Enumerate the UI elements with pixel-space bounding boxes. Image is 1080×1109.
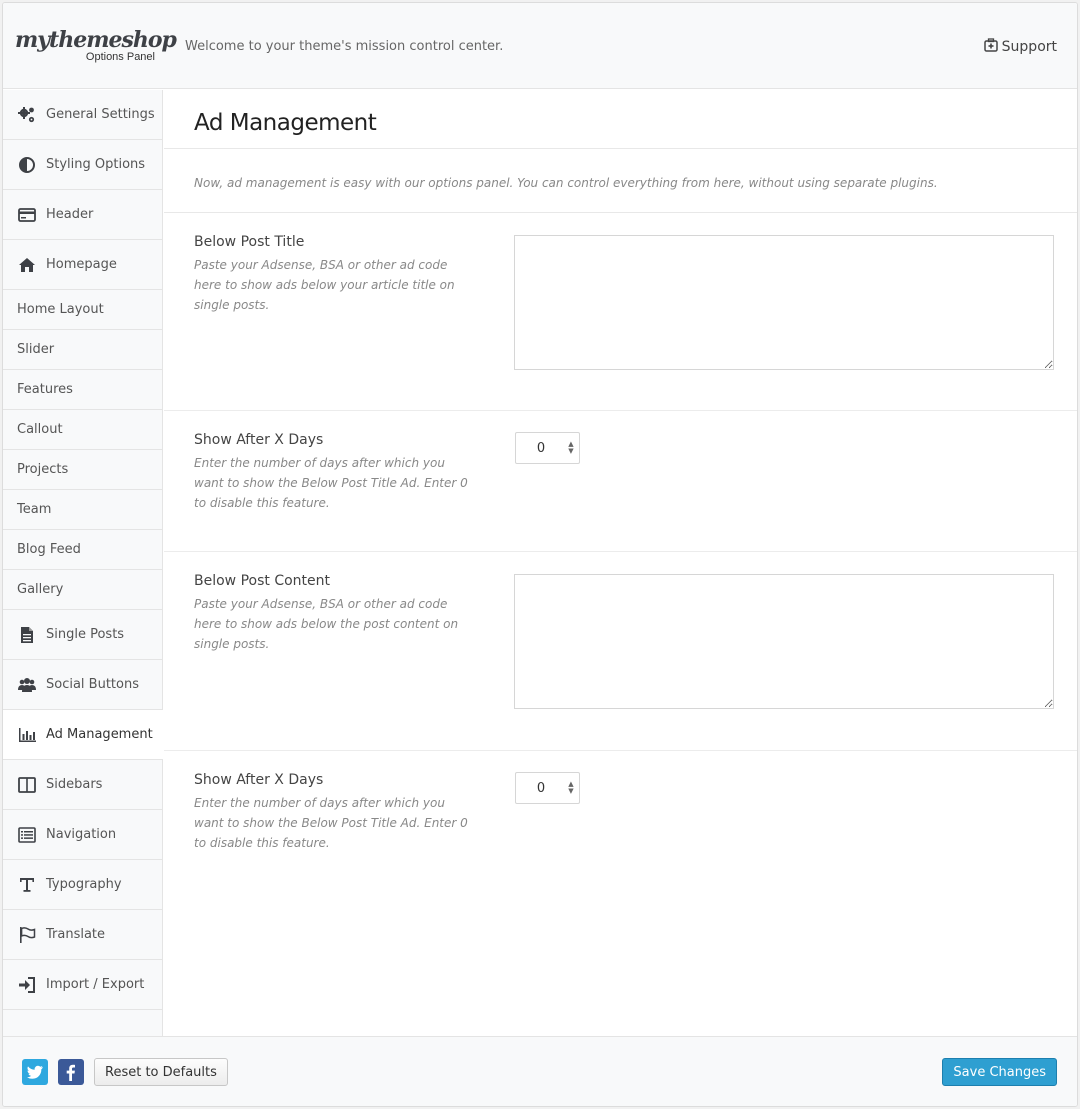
sidebar-item-label: Navigation <box>46 827 117 842</box>
sidebar-item-label: Team <box>17 502 52 517</box>
option-show-after-days-1: Show After X Days Enter the number of da… <box>164 411 1077 552</box>
sidebar-item-navigation[interactable]: Navigation <box>3 810 162 860</box>
sidebar-item-styling-options[interactable]: Styling Options <box>3 140 162 190</box>
option-description: Paste your Adsense, BSA or other ad code… <box>194 597 459 651</box>
spinner-arrows-icon[interactable]: ▲ ▼ <box>566 781 576 795</box>
sidebar-item-header[interactable]: Header <box>3 190 162 240</box>
sidebar-item-team[interactable]: Team <box>3 490 162 530</box>
option-show-after-days-2: Show After X Days Enter the number of da… <box>164 751 1077 892</box>
sidebar-item-social-buttons[interactable]: Social Buttons <box>3 660 162 710</box>
facebook-icon[interactable] <box>58 1059 84 1085</box>
sidebar-item-label: Sidebars <box>46 777 103 792</box>
columns-icon <box>17 776 37 794</box>
sidebar-item-import-export[interactable]: Import / Export <box>3 960 162 1010</box>
sidebar-item-features[interactable]: Features <box>3 370 162 410</box>
home-icon <box>17 256 37 274</box>
logo: mythemeshop Options Panel <box>15 27 177 63</box>
sidebar-item-label: Social Buttons <box>46 677 139 692</box>
sidebar-item-sidebars[interactable]: Sidebars <box>3 760 162 810</box>
sidebar-item-label: Blog Feed <box>17 542 81 557</box>
gears-icon <box>17 106 37 124</box>
sidebar: General Settings Styling Options Header … <box>3 90 163 1036</box>
support-label: Support <box>1001 39 1057 55</box>
options-panel: mythemeshop Options Panel Welcome to you… <box>2 2 1078 1107</box>
sidebar-item-label: Styling Options <box>46 157 146 172</box>
below-post-title-textarea[interactable] <box>514 235 1054 370</box>
sidebar-item-label: Homepage <box>46 257 117 272</box>
spinner-arrows-icon[interactable]: ▲ ▼ <box>566 441 576 455</box>
days-stepper-1[interactable]: 0 ▲ ▼ <box>515 432 580 464</box>
sidebar-item-single-posts[interactable]: Single Posts <box>3 610 162 660</box>
top-bar: mythemeshop Options Panel Welcome to you… <box>3 3 1077 89</box>
logo-text: mythemeshop <box>15 27 177 53</box>
sidebar-item-general-settings[interactable]: General Settings <box>3 90 162 140</box>
sidebar-item-homepage[interactable]: Homepage <box>3 240 162 290</box>
sidebar-item-label: Single Posts <box>46 627 125 642</box>
sidebar-item-label: General Settings <box>46 107 155 122</box>
days-value: 0 <box>536 440 546 456</box>
sidebar-item-slider[interactable]: Slider <box>3 330 162 370</box>
document-icon <box>17 626 37 644</box>
sidebar-item-translate[interactable]: Translate <box>3 910 162 960</box>
sidebar-item-label: Gallery <box>17 582 64 597</box>
sidebar-item-label: Slider <box>17 342 55 357</box>
sidebar-item-ad-management[interactable]: Ad Management <box>3 710 163 760</box>
option-description: Paste your Adsense, BSA or other ad code… <box>194 258 455 312</box>
sign-in-icon <box>17 976 37 994</box>
option-label: Below Post Title <box>194 234 305 250</box>
medkit-icon <box>983 38 998 56</box>
sidebar-item-label: Import / Export <box>46 977 145 992</box>
days-value: 0 <box>536 780 546 796</box>
sidebar-item-label: Header <box>46 207 94 222</box>
sidebar-item-blog-feed[interactable]: Blog Feed <box>3 530 162 570</box>
sidebar-item-label: Callout <box>17 422 63 437</box>
sidebar-item-gallery[interactable]: Gallery <box>3 570 162 610</box>
twitter-icon[interactable] <box>22 1059 48 1085</box>
page-title: Ad Management <box>194 110 377 136</box>
save-changes-button[interactable]: Save Changes <box>942 1058 1057 1086</box>
below-post-content-textarea[interactable] <box>514 574 1054 709</box>
sidebar-item-typography[interactable]: Typography <box>3 860 162 910</box>
days-stepper-2[interactable]: 0 ▲ ▼ <box>515 772 580 804</box>
option-label: Show After X Days <box>194 432 324 448</box>
option-below-post-content: Below Post Content Paste your Adsense, B… <box>164 552 1077 751</box>
list-icon <box>17 826 37 844</box>
page-intro: Now, ad management is easy with our opti… <box>194 176 938 190</box>
option-below-post-title: Below Post Title Paste your Adsense, BSA… <box>164 213 1077 411</box>
option-label: Show After X Days <box>194 772 324 788</box>
sidebar-item-label: Home Layout <box>17 302 104 317</box>
sidebar-item-projects[interactable]: Projects <box>3 450 162 490</box>
header-card-icon <box>17 206 37 224</box>
sidebar-item-label: Projects <box>17 462 69 477</box>
divider <box>164 148 1077 149</box>
reset-to-defaults-button[interactable]: Reset to Defaults <box>94 1058 228 1086</box>
sidebar-item-label: Typography <box>46 877 122 892</box>
sidebar-item-label: Translate <box>46 927 106 942</box>
option-description: Enter the number of days after which you… <box>194 796 468 850</box>
welcome-text: Welcome to your theme's mission control … <box>185 39 504 54</box>
bar-chart-icon <box>17 726 37 744</box>
support-link[interactable]: Support <box>983 38 1057 56</box>
footer: Reset to Defaults Save Changes <box>3 1036 1077 1106</box>
text-icon <box>17 876 37 894</box>
main-content: Ad Management Now, ad management is easy… <box>164 90 1077 1036</box>
contrast-icon <box>17 156 37 174</box>
sidebar-item-home-layout[interactable]: Home Layout <box>3 290 162 330</box>
sidebar-item-callout[interactable]: Callout <box>3 410 162 450</box>
users-icon <box>17 676 37 694</box>
option-label: Below Post Content <box>194 573 330 589</box>
flag-icon <box>17 926 37 944</box>
option-description: Enter the number of days after which you… <box>194 456 468 510</box>
sidebar-item-label: Ad Management <box>46 727 153 742</box>
sidebar-item-label: Features <box>17 382 73 397</box>
